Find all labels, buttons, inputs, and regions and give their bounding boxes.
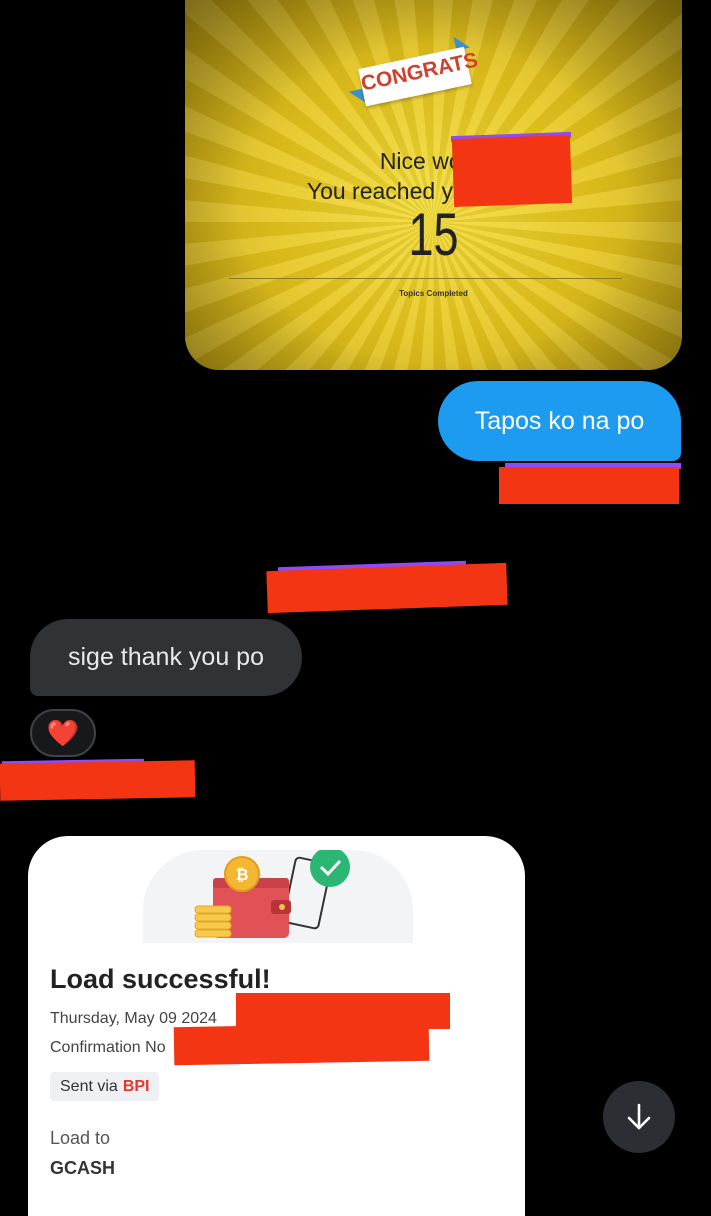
incoming-message-bubble[interactable]: sige thank you po (30, 619, 302, 696)
arrow-down-icon (627, 1103, 651, 1130)
message-reaction[interactable]: ❤️ (30, 709, 96, 757)
redaction-mark (451, 134, 573, 208)
topics-count: 15 (408, 201, 459, 268)
receipt-title: Load successful! (50, 964, 271, 994)
redaction-mark (173, 1022, 430, 1066)
outgoing-message-text: Tapos ko na po (474, 406, 645, 435)
redaction-mark (499, 467, 679, 504)
image-message[interactable]: CONGRATS Nice work, You reached youl! 15… (185, 0, 682, 370)
bank-name: BPI (122, 1077, 150, 1095)
redaction-mark (0, 760, 196, 801)
svg-text:₿: ₿ (235, 866, 248, 884)
incoming-message-text: sige thank you po (68, 643, 264, 671)
scroll-to-bottom-button[interactable] (603, 1081, 675, 1153)
outgoing-message-bubble[interactable]: Tapos ko na po (438, 381, 681, 461)
divider (229, 278, 622, 279)
load-to-label: Load to (50, 1128, 111, 1148)
load-to-value: GCASH (50, 1158, 116, 1178)
topics-caption: Topics Completed (399, 289, 468, 298)
wallet-coins-icon: ₿ (143, 847, 413, 943)
heart-icon: ❤️ (46, 717, 80, 748)
congrats-text: Nice work, You reached youl! (306, 148, 560, 204)
sent-via-badge: Sent via BPI (50, 1072, 160, 1101)
receipt-date: Thursday, May 09 2024 (50, 1010, 217, 1027)
redaction-mark (266, 562, 508, 614)
confirmation-label: Confirmation No (50, 1039, 166, 1056)
